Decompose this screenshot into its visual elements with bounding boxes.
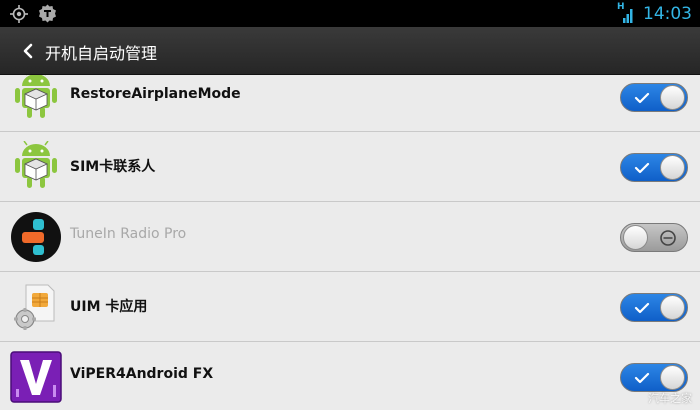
check-icon: [634, 92, 650, 104]
toggle-knob: [660, 295, 685, 320]
list-item: TuneIn Radio Pro: [0, 202, 700, 272]
page-title: 开机自启动管理: [45, 44, 158, 63]
sim-card-gear-icon: [10, 281, 62, 333]
chevron-left-icon: [23, 43, 33, 59]
autostart-toggle[interactable]: [620, 153, 688, 182]
autostart-toggle[interactable]: [620, 223, 688, 252]
check-icon: [634, 302, 650, 314]
app-name: UIM 卡应用: [70, 299, 148, 315]
minus-circle-icon: [660, 230, 676, 246]
tunein-icon: [10, 211, 62, 263]
app-list: RestoreAirplaneMode SIM卡联系人 TuneIn Radio…: [0, 75, 700, 410]
watermark: 汽车之家: [648, 392, 692, 405]
status-clock: 14:03: [643, 3, 692, 24]
autostart-toggle[interactable]: [620, 83, 688, 112]
toggle-knob: [623, 225, 648, 250]
check-icon: [634, 372, 650, 384]
signal-icon: H: [617, 2, 635, 24]
app-name: SIM卡联系人: [70, 159, 156, 175]
autostart-toggle[interactable]: [620, 293, 688, 322]
back-button[interactable]: [20, 41, 38, 61]
android-robot-icon: [10, 140, 62, 193]
gps-icon: [10, 4, 28, 28]
list-item: RestoreAirplaneMode: [0, 75, 700, 132]
toggle-knob: [660, 85, 685, 110]
app-name: TuneIn Radio Pro: [70, 226, 187, 242]
android-robot-icon: [10, 75, 62, 123]
viper-icon: [10, 351, 62, 403]
toggle-knob: [660, 365, 685, 390]
list-item: SIM卡联系人: [0, 132, 700, 202]
list-item: UIM 卡应用: [0, 272, 700, 342]
list-item: ViPER4Android FX: [0, 342, 700, 410]
app-name: RestoreAirplaneMode: [70, 86, 241, 102]
app-name: ViPER4Android FX: [70, 366, 214, 382]
toggle-knob: [660, 155, 685, 180]
app-notification-icon: [38, 4, 57, 28]
autostart-toggle[interactable]: [620, 363, 688, 392]
status-bar: H 14:03: [0, 0, 700, 27]
check-icon: [634, 162, 650, 174]
action-bar: 开机自启动管理: [0, 27, 700, 75]
